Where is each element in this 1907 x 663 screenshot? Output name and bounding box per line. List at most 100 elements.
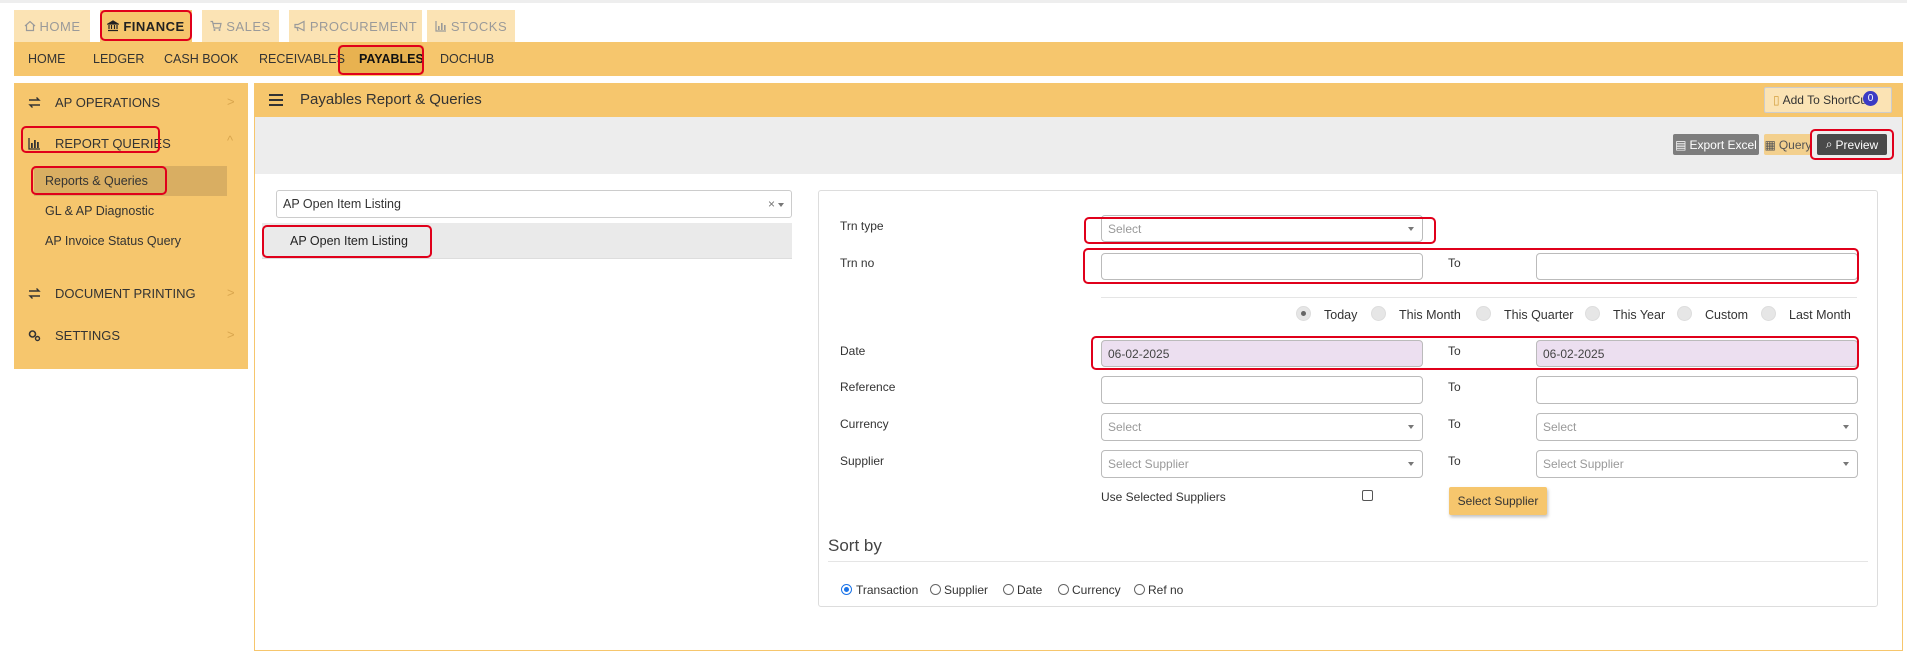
- date-to-label: To: [1448, 344, 1461, 358]
- supplier-to-placeholder: Select Supplier: [1543, 457, 1624, 471]
- gears-icon: [28, 330, 41, 342]
- date-to-value: 06-02-2025: [1543, 346, 1605, 361]
- period-radio-custom[interactable]: [1677, 306, 1692, 321]
- query-button[interactable]: ▦ Query: [1764, 134, 1812, 155]
- action-bar: [255, 117, 1902, 174]
- period-radio-today[interactable]: [1296, 306, 1311, 321]
- select-supplier-label: Select Supplier: [1457, 494, 1539, 508]
- sort-label-transaction: Transaction: [856, 583, 919, 597]
- tab-sales[interactable]: SALES: [202, 10, 279, 42]
- reference-from-input[interactable]: [1101, 376, 1423, 404]
- period-radio-this-year[interactable]: [1585, 306, 1600, 321]
- divider: [1101, 297, 1857, 298]
- cart-icon: [210, 20, 223, 31]
- supplier-to-select[interactable]: Select Supplier: [1536, 450, 1858, 478]
- sidebar-sub-ap-invoice-status[interactable]: AP Invoice Status Query: [45, 234, 181, 248]
- menu-ledger[interactable]: LEDGER: [93, 52, 144, 66]
- supplier-to-label: To: [1448, 454, 1461, 468]
- tab-finance-label: FINANCE: [123, 18, 185, 34]
- menu-dochub[interactable]: DOCHUB: [440, 52, 494, 66]
- menu-home[interactable]: HOME: [28, 52, 66, 66]
- select-supplier-button[interactable]: Select Supplier: [1449, 487, 1547, 515]
- sort-radio-currency[interactable]: [1058, 584, 1069, 595]
- bar-chart-icon: [435, 21, 446, 32]
- chevron-down-icon[interactable]: [778, 203, 784, 207]
- trn-no-label: Trn no: [840, 256, 875, 270]
- chevron-right-icon: >: [227, 94, 235, 109]
- tab-home[interactable]: HOME: [14, 10, 90, 42]
- sidebar-item-label: DOCUMENT PRINTING: [55, 286, 196, 301]
- sidebar-item-label: AP OPERATIONS: [55, 95, 160, 110]
- trn-no-to-input[interactable]: [1536, 253, 1858, 280]
- menu-cash-book[interactable]: CASH BOOK: [164, 52, 238, 66]
- trn-no-from-input[interactable]: [1101, 253, 1423, 280]
- tab-procurement-label: PROCUREMENT: [309, 18, 418, 34]
- sidebar-item-report-queries[interactable]: REPORT QUERIES: [28, 136, 171, 151]
- sidebar-item-ap-operations[interactable]: AP OPERATIONS: [28, 95, 160, 110]
- export-excel-button[interactable]: ▤ Export Excel: [1673, 134, 1759, 155]
- tab-stocks[interactable]: STOCKS: [427, 10, 515, 42]
- date-from-input[interactable]: 06-02-2025: [1101, 340, 1423, 367]
- chevron-up-icon: ^: [227, 133, 234, 148]
- chevron-down-icon: [1408, 425, 1414, 429]
- bank-icon: [107, 20, 120, 32]
- period-label-this-month: This Month: [1399, 308, 1461, 322]
- top-strip: [0, 0, 1907, 3]
- sort-label-ref-no: Ref no: [1148, 583, 1184, 597]
- date-to-input[interactable]: 06-02-2025: [1536, 340, 1858, 367]
- report-list-item[interactable]: AP Open Item Listing: [290, 234, 408, 248]
- search-icon: ⌕: [1825, 137, 1833, 151]
- tab-finance[interactable]: FINANCE: [100, 10, 192, 42]
- sort-divider: [828, 561, 1868, 562]
- tab-sales-label: SALES: [226, 18, 271, 34]
- currency-from-select[interactable]: Select: [1101, 413, 1423, 441]
- period-radio-last-month[interactable]: [1761, 306, 1776, 321]
- sidebar-item-document-printing[interactable]: DOCUMENT PRINTING: [28, 286, 196, 301]
- sort-label-supplier: Supplier: [944, 583, 989, 597]
- hamburger-menu-icon[interactable]: [269, 94, 283, 106]
- clear-icon[interactable]: ×: [768, 197, 775, 211]
- period-label-last-month: Last Month: [1789, 308, 1851, 322]
- currency-from-placeholder: Select: [1108, 420, 1142, 434]
- chevron-right-icon: >: [227, 285, 235, 300]
- sort-radio-ref-no[interactable]: [1134, 584, 1145, 595]
- supplier-from-select[interactable]: Select Supplier: [1101, 450, 1423, 478]
- supplier-label: Supplier: [840, 454, 885, 468]
- main-header: [254, 83, 1903, 117]
- use-selected-suppliers-checkbox[interactable]: [1362, 490, 1373, 501]
- currency-to-select[interactable]: Select: [1536, 413, 1858, 441]
- chevron-down-icon: [1843, 462, 1849, 466]
- export-excel-label: Export Excel: [1689, 137, 1757, 152]
- report-select[interactable]: AP Open Item Listing ×: [276, 190, 792, 218]
- trn-type-select[interactable]: Select: [1101, 215, 1423, 242]
- tab-stocks-label: STOCKS: [450, 18, 508, 34]
- preview-button[interactable]: ⌕ Preview: [1817, 134, 1887, 155]
- shortcut-icon: ▯: [1773, 93, 1780, 107]
- tab-procurement[interactable]: PROCUREMENT: [289, 10, 422, 42]
- sidebar-sub-gl-ap-diagnostic[interactable]: GL & AP Diagnostic: [45, 204, 154, 218]
- period-label-custom: Custom: [1705, 308, 1749, 322]
- period-radio-this-month[interactable]: [1371, 306, 1386, 321]
- table-icon: ▦: [1764, 137, 1776, 152]
- sidebar-sub-reports-queries[interactable]: Reports & Queries: [45, 174, 148, 188]
- reference-label: Reference: [840, 380, 896, 394]
- reference-to-input[interactable]: [1536, 376, 1858, 404]
- currency-to-label: To: [1448, 417, 1461, 431]
- sort-radio-supplier[interactable]: [930, 584, 941, 595]
- exchange-icon: [28, 97, 41, 108]
- sort-label-currency: Currency: [1072, 583, 1121, 597]
- reference-to-label: To: [1448, 380, 1461, 394]
- menu-receivables[interactable]: RECEIVABLES: [259, 52, 345, 66]
- trn-type-placeholder: Select: [1108, 221, 1142, 236]
- sort-radio-date[interactable]: [1003, 584, 1014, 595]
- period-radio-this-quarter[interactable]: [1476, 306, 1491, 321]
- menu-payables[interactable]: PAYABLES: [359, 52, 424, 66]
- sidebar-item-settings[interactable]: SETTINGS: [28, 328, 120, 343]
- report-select-value: AP Open Item Listing: [283, 197, 401, 211]
- chevron-down-icon: [1408, 227, 1414, 231]
- shortcut-count-badge: 0: [1863, 91, 1878, 106]
- sort-radio-transaction[interactable]: [841, 584, 852, 595]
- date-from-value: 06-02-2025: [1108, 346, 1170, 361]
- bar-chart-icon: [28, 138, 40, 150]
- chevron-down-icon: [1843, 425, 1849, 429]
